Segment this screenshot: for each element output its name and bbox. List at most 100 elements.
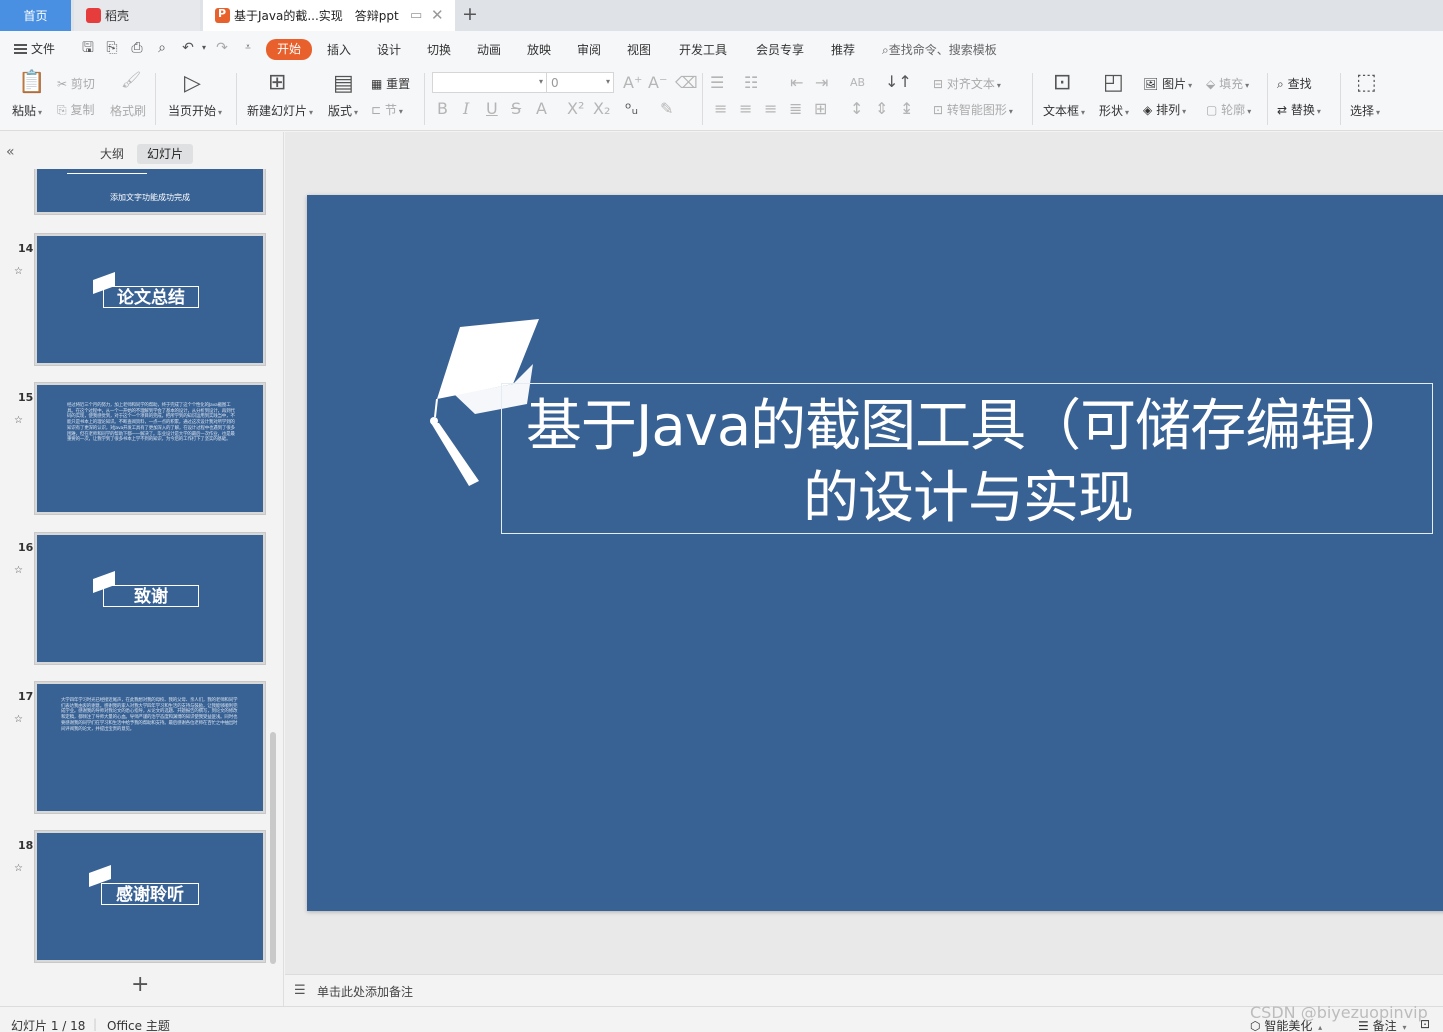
text-direction-icon[interactable]: AB — [850, 75, 865, 91]
thumbnail-title: 论文总结 — [117, 288, 185, 308]
section-button[interactable]: ⊏ 节 ▾ — [371, 101, 403, 118]
menu-insert[interactable]: 插入 — [327, 41, 351, 58]
shape-icon[interactable]: ◰ — [1103, 72, 1124, 94]
font-family-select[interactable]: ▾ — [432, 72, 547, 93]
new-slide-icon[interactable]: ⊞ — [268, 72, 286, 94]
command-search[interactable]: ⌕查找命令、搜索模板 — [882, 41, 997, 58]
add-slide-icon[interactable]: + — [131, 972, 149, 997]
tab-docer-label: 稻壳 — [105, 9, 130, 23]
slide-title[interactable]: 基于Java的截图工具（可储存编辑） 的设计与实现 — [483, 391, 1443, 535]
arrange-button[interactable]: ◈ 排列 ▾ — [1143, 101, 1186, 118]
select-cursor-icon[interactable]: ⬚ — [1356, 72, 1377, 94]
format-painter-button[interactable]: 格式刷 — [110, 102, 146, 119]
clear-format-icon[interactable]: ⌫ — [675, 75, 698, 91]
line-spacing-icon[interactable]: ↕ — [850, 101, 863, 117]
numbered-list-icon[interactable]: ☷ — [744, 75, 758, 91]
menu-developer[interactable]: 开发工具 — [679, 41, 727, 58]
notes-bar[interactable]: ☰ 单击此处添加备注 — [285, 974, 1443, 1006]
textbox-button[interactable]: 文本框 ▾ — [1043, 102, 1085, 119]
sort-icon[interactable]: ↓↑ — [885, 74, 912, 90]
outline-button[interactable]: ▢ 轮廓 ▾ — [1206, 101, 1251, 118]
paste-icon[interactable]: 📋 — [18, 72, 45, 94]
from-current-button[interactable]: 当页开始 ▾ — [168, 102, 222, 119]
close-tab-icon[interactable]: ✕ — [431, 6, 444, 24]
slide-thumbnail[interactable]: 添加文字功能成功完成 — [34, 169, 266, 215]
decrease-font-icon[interactable]: A⁻ — [648, 75, 667, 91]
find-button[interactable]: ⌕ 查找 — [1277, 75, 1312, 92]
paragraph-spacing-icon[interactable]: ⇕ — [875, 101, 888, 117]
menu-design[interactable]: 设计 — [377, 41, 401, 58]
screen-icon[interactable]: ▭ — [410, 8, 422, 23]
menu-member[interactable]: 会员专享 — [756, 41, 804, 58]
slide-thumbnail[interactable]: 大学四年学习时光已经接近尾声，在此我想对我的母校、我的父母、亲人们，我的老师和同… — [34, 681, 266, 814]
phonetic-icon[interactable]: ᵒᵤ — [625, 101, 638, 117]
print-preview-icon[interactable]: ⌕ — [154, 40, 170, 56]
redo-icon[interactable]: ↷ — [214, 40, 230, 56]
save-icon[interactable]: 🖫 — [80, 40, 96, 56]
align-text-button[interactable]: ⊟ 对齐文本 ▾ — [933, 75, 1001, 92]
tab-docer[interactable]: 稻壳 — [74, 0, 200, 31]
undo-icon[interactable]: ↶ — [180, 40, 196, 56]
tab-slides[interactable]: 幻灯片 — [137, 144, 193, 164]
menu-recommend[interactable]: 推荐 — [831, 41, 855, 58]
bold-icon[interactable]: B — [437, 101, 448, 117]
panel-scrollbar[interactable] — [270, 732, 276, 964]
undo-dropdown-icon[interactable]: ▾ — [196, 40, 212, 56]
font-size-select[interactable]: 0 ▾ — [546, 72, 614, 93]
menu-transition[interactable]: 切换 — [427, 41, 451, 58]
menu-file[interactable]: 文件 — [14, 40, 55, 57]
tab-home[interactable]: 首页 — [0, 0, 71, 31]
current-slide[interactable]: 基于Java的截图工具（可储存编辑） 的设计与实现 — [307, 195, 1443, 911]
new-slide-button[interactable]: 新建幻灯片 ▾ — [247, 102, 313, 119]
menu-review[interactable]: 审阅 — [577, 41, 601, 58]
layout-button[interactable]: 版式 ▾ — [328, 102, 358, 119]
menu-start[interactable]: 开始 — [266, 39, 312, 60]
increase-font-icon[interactable]: A⁺ — [623, 75, 642, 91]
slide-thumbnail-list[interactable]: 添加文字功能成功完成 14 ☆ 论文总结 15 ☆ 经过将近三个月的努力，加上老… — [0, 169, 282, 977]
replace-button[interactable]: ⇄ 替换 ▾ — [1277, 101, 1321, 118]
superscript-icon[interactable]: X² — [567, 101, 584, 117]
format-painter-icon[interactable]: 🖌 — [121, 72, 141, 88]
slide-thumbnail[interactable]: 论文总结 — [34, 233, 266, 366]
slide-thumbnail[interactable]: 感谢聆听 — [34, 830, 266, 963]
play-icon[interactable]: ▷ — [184, 73, 201, 95]
collapse-panel-icon[interactable]: « — [6, 144, 15, 160]
copy-button[interactable]: ⎘ 复制 — [57, 101, 94, 118]
bullet-list-icon[interactable]: ☰ — [710, 75, 724, 91]
spacing-options-icon[interactable]: ↨ — [900, 101, 913, 117]
subscript-icon[interactable]: X₂ — [593, 101, 610, 117]
cut-button[interactable]: ✂ 剪切 — [57, 75, 95, 92]
smart-art-button[interactable]: ⊡ 转智能图形 ▾ — [933, 101, 1013, 118]
select-button[interactable]: 选择 ▾ — [1350, 102, 1380, 119]
shape-button[interactable]: 形状 ▾ — [1099, 102, 1129, 119]
align-center-icon[interactable]: ≡ — [739, 101, 752, 117]
align-right-icon[interactable]: ≡ — [764, 101, 777, 117]
decrease-indent-icon[interactable]: ⇤ — [790, 75, 803, 91]
picture-button[interactable]: 🖼 图片 ▾ — [1143, 75, 1192, 92]
justify-icon[interactable]: ≣ — [789, 101, 802, 117]
print-icon[interactable]: ⎙ — [129, 40, 145, 56]
highlight-icon[interactable]: ✎ — [660, 101, 673, 117]
italic-icon[interactable]: I — [463, 101, 469, 117]
increase-indent-icon[interactable]: ⇥ — [815, 75, 828, 91]
menu-view[interactable]: 视图 — [627, 41, 651, 58]
new-tab-icon[interactable]: + — [462, 3, 478, 25]
strikethrough-icon[interactable]: S — [511, 101, 521, 117]
menu-slideshow[interactable]: 放映 — [527, 41, 551, 58]
reset-button[interactable]: ▦ 重置 — [371, 75, 410, 92]
textbox-icon[interactable]: ⊡ — [1053, 72, 1071, 94]
align-left-icon[interactable]: ≡ — [714, 101, 727, 117]
slide-thumbnail[interactable]: 经过将近三个月的努力，加上老师和同学的帮助，终于完成了这个个性化的Java截图工… — [34, 382, 266, 515]
layout-icon[interactable]: ▤ — [333, 73, 354, 95]
paste-button[interactable]: 粘贴 ▾ — [12, 102, 42, 119]
theme-name[interactable]: Office 主题 — [107, 1017, 170, 1032]
menu-animation[interactable]: 动画 — [477, 41, 501, 58]
distribute-icon[interactable]: ⊞ — [814, 101, 827, 117]
customize-toolbar-icon[interactable]: ⩡ — [240, 40, 256, 56]
slide-thumbnail[interactable]: 致谢 — [34, 532, 266, 665]
underline-icon[interactable]: U — [486, 101, 498, 117]
fill-button[interactable]: ⬙ 填充 ▾ — [1206, 75, 1249, 92]
export-pdf-icon[interactable]: ⎘ — [104, 40, 120, 56]
tab-outline[interactable]: 大纲 — [90, 144, 134, 164]
font-color-icon[interactable]: A — [536, 101, 547, 117]
